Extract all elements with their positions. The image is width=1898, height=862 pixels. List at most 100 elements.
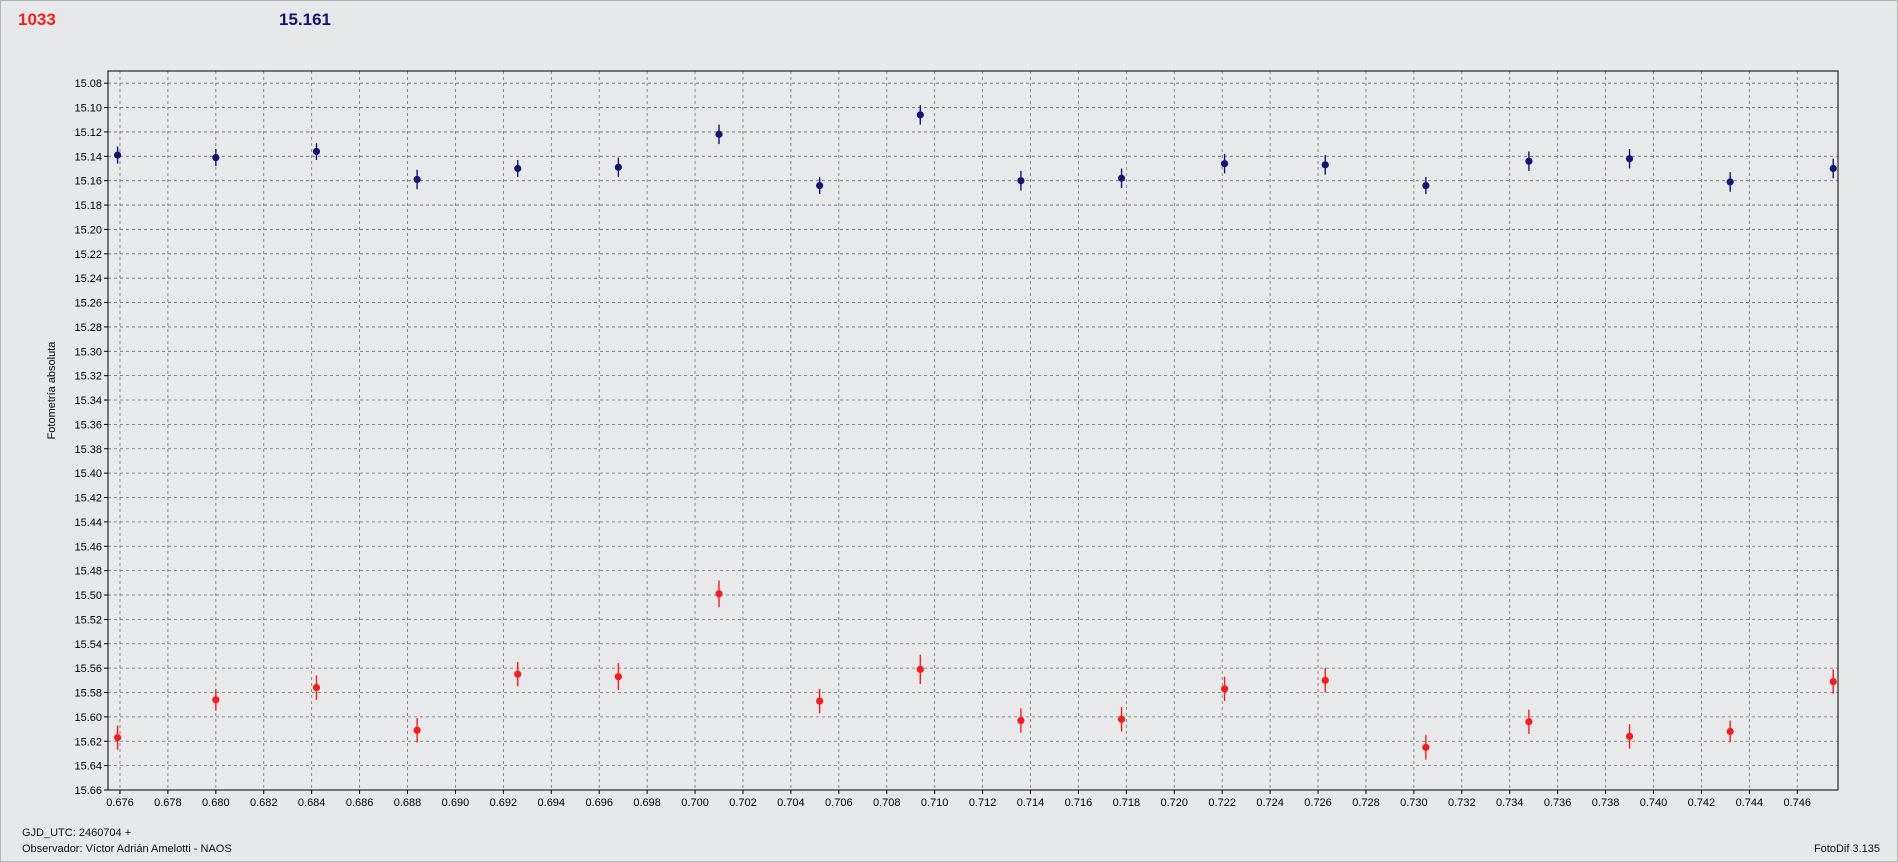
data-point bbox=[1525, 718, 1533, 726]
y-tick-label: 15.16 bbox=[74, 176, 102, 188]
data-point bbox=[1017, 177, 1025, 185]
data-point bbox=[413, 175, 421, 184]
y-tick-label: 15.66 bbox=[74, 785, 102, 797]
gjd-reference-label: GJD_UTC: 2460704 + bbox=[22, 827, 132, 839]
y-tick-label: 15.36 bbox=[74, 419, 102, 431]
data-point bbox=[514, 670, 522, 678]
x-tick-label: 0.700 bbox=[681, 797, 709, 809]
y-tick-label: 15.56 bbox=[74, 663, 102, 675]
data-point bbox=[212, 153, 220, 162]
x-tick-label: 0.686 bbox=[346, 797, 374, 809]
x-tick-label: 0.742 bbox=[1688, 797, 1716, 809]
x-tick-label: 0.706 bbox=[825, 797, 853, 809]
y-tick-label: 15.34 bbox=[74, 395, 102, 407]
data-point bbox=[1422, 181, 1430, 190]
y-tick-label: 15.52 bbox=[74, 614, 102, 626]
grid bbox=[108, 71, 1838, 790]
data-point bbox=[413, 726, 421, 734]
y-tick-label: 15.64 bbox=[74, 761, 102, 773]
data-point bbox=[1117, 715, 1126, 723]
x-tick-label: 0.736 bbox=[1544, 797, 1572, 809]
y-tick-label: 15.48 bbox=[74, 566, 102, 578]
x-tick-label: 0.702 bbox=[729, 797, 757, 809]
data-point bbox=[1525, 157, 1533, 165]
y-tick-label: 15.50 bbox=[74, 590, 102, 602]
x-tick-label: 0.680 bbox=[202, 797, 230, 809]
data-point bbox=[113, 151, 122, 159]
plot-background bbox=[108, 71, 1838, 790]
y-tick-label: 15.12 bbox=[74, 127, 102, 139]
x-tick-label: 0.698 bbox=[633, 797, 661, 809]
x-tick-label: 0.716 bbox=[1065, 797, 1093, 809]
y-tick-label: 15.18 bbox=[74, 200, 102, 212]
x-tick-label: 0.720 bbox=[1161, 797, 1189, 809]
data-point bbox=[514, 164, 522, 173]
x-tick-label: 0.684 bbox=[298, 797, 326, 809]
y-tick-label: 15.08 bbox=[74, 78, 102, 90]
software-version-label: FotoDif 3.135 bbox=[1813, 843, 1880, 855]
data-point bbox=[916, 111, 924, 119]
data-point bbox=[1220, 160, 1229, 168]
data-point bbox=[816, 697, 824, 705]
x-tick-label: 0.714 bbox=[1017, 797, 1045, 809]
y-tick-label: 15.30 bbox=[74, 346, 102, 358]
y-tick-label: 15.54 bbox=[74, 639, 102, 651]
observer-label: Observador: Víctor Adrián Amelotti - NAO… bbox=[22, 843, 232, 855]
data-point bbox=[916, 665, 924, 673]
data-point bbox=[1829, 677, 1837, 686]
y-tick-label: 15.22 bbox=[74, 249, 102, 261]
x-tick-label: 0.678 bbox=[154, 797, 182, 809]
x-tick-label: 0.704 bbox=[777, 797, 805, 809]
data-point bbox=[1321, 676, 1329, 684]
x-tick-label: 0.688 bbox=[394, 797, 422, 809]
y-tick-label: 15.26 bbox=[74, 298, 102, 310]
x-tick-label: 0.722 bbox=[1208, 797, 1236, 809]
data-point bbox=[1422, 743, 1430, 751]
x-tick-label: 0.690 bbox=[442, 797, 470, 809]
x-tick-label: 0.718 bbox=[1113, 797, 1141, 809]
y-tick-label: 15.58 bbox=[74, 688, 102, 700]
x-tick-label: 0.692 bbox=[490, 797, 518, 809]
data-point bbox=[312, 147, 321, 156]
y-tick-label: 15.46 bbox=[74, 541, 102, 553]
data-point bbox=[614, 163, 622, 171]
data-point bbox=[113, 733, 122, 742]
data-point bbox=[212, 696, 220, 704]
x-axis: 0.676 0.678 0.680 0.682 0.684 0.686 0.688 0.690… bbox=[106, 790, 1811, 809]
y-tick-label: 15.38 bbox=[74, 444, 102, 456]
y-tick-label: 15.14 bbox=[74, 151, 102, 163]
x-tick-label: 0.708 bbox=[873, 797, 901, 809]
y-axis-label: Fotometría absoluta bbox=[46, 341, 58, 440]
x-tick-label: 0.712 bbox=[969, 797, 997, 809]
x-tick-label: 0.696 bbox=[585, 797, 613, 809]
y-tick-label: 15.40 bbox=[74, 468, 102, 480]
data-point bbox=[715, 590, 723, 598]
y-tick-label: 15.24 bbox=[74, 273, 102, 285]
light-curve-chart: 0.676 0.678 0.680 0.682 0.684 0.686 0.688 0.690… bbox=[46, 70, 1839, 809]
data-point bbox=[1829, 164, 1837, 173]
x-tick-label: 0.738 bbox=[1592, 797, 1620, 809]
x-tick-label: 0.734 bbox=[1496, 797, 1524, 809]
data-point bbox=[816, 181, 824, 190]
data-point bbox=[1625, 732, 1634, 740]
data-point bbox=[715, 130, 723, 138]
x-tick-label: 0.724 bbox=[1256, 797, 1284, 809]
data-point bbox=[1726, 178, 1734, 186]
x-tick-label: 0.732 bbox=[1448, 797, 1476, 809]
x-tick-label: 0.682 bbox=[250, 797, 278, 809]
x-tick-label: 0.728 bbox=[1352, 797, 1380, 809]
x-tick-label: 0.730 bbox=[1400, 797, 1428, 809]
y-tick-label: 15.20 bbox=[74, 224, 102, 236]
y-tick-label: 15.10 bbox=[74, 103, 102, 115]
y-tick-label: 15.42 bbox=[74, 493, 102, 505]
y-axis: 15.08 15.10 15.12 15.14 15.16 15.18 15.20 15.22… bbox=[74, 78, 108, 797]
data-point bbox=[1017, 716, 1025, 725]
y-tick-label: 15.28 bbox=[74, 322, 102, 334]
x-tick-label: 0.746 bbox=[1784, 797, 1812, 809]
data-point bbox=[1726, 727, 1734, 736]
x-tick-label: 0.740 bbox=[1640, 797, 1668, 809]
data-point bbox=[1625, 155, 1634, 163]
x-tick-label: 0.744 bbox=[1736, 797, 1764, 809]
y-tick-label: 15.62 bbox=[74, 736, 102, 748]
x-tick-label: 0.710 bbox=[921, 797, 949, 809]
